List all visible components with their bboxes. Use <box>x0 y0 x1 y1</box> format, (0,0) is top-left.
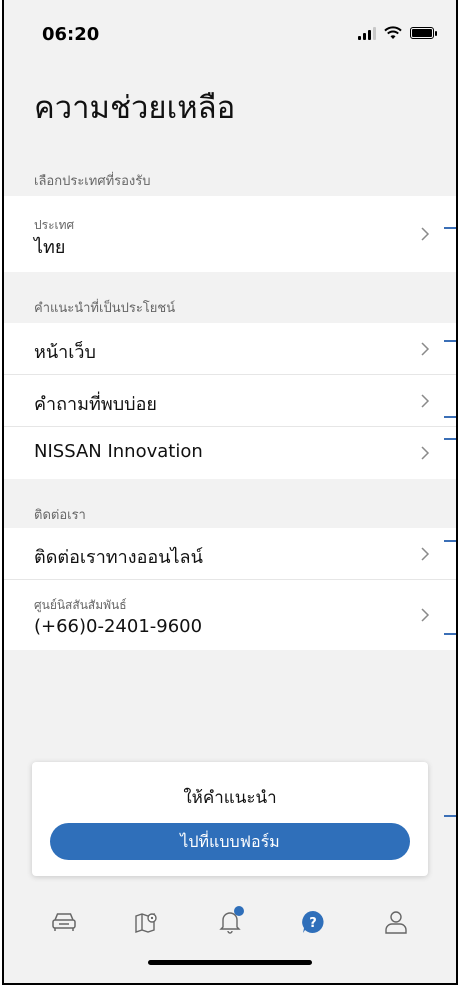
tab-profile[interactable] <box>378 904 414 940</box>
go-to-form-button[interactable]: ไปที่แบบฟอร์ม <box>50 823 410 860</box>
tab-map[interactable] <box>129 904 165 940</box>
chevron-right-icon <box>416 225 434 243</box>
feedback-title: ให้คำแนะนำ <box>183 788 277 808</box>
section-label-country: เลือกประเทศที่รองรับ <box>34 174 151 189</box>
feedback-card: ให้คำแนะนำ ไปที่แบบฟอร์ม <box>32 762 428 876</box>
chevron-right-icon <box>416 545 434 563</box>
edge-mark <box>444 815 456 817</box>
status-icons <box>358 26 437 40</box>
section-label-tips: คำแนะนำที่เป็นประโยชน์ <box>34 301 176 316</box>
car-icon <box>51 913 76 931</box>
chevron-right-icon <box>416 392 434 410</box>
svg-text:?: ? <box>309 916 317 931</box>
edge-mark <box>444 416 456 418</box>
phone-screen: 06:20 ความช่วยเหลือ เลือกประเทศที่รองรับ… <box>2 0 458 985</box>
chevron-right-icon <box>416 340 434 358</box>
country-row[interactable]: ประเทศ ไทย <box>4 196 456 272</box>
edge-mark <box>444 438 456 440</box>
section-label-contact: ติดต่อเรา <box>34 508 86 523</box>
tips-item-label: หน้าเว็บ <box>34 342 96 363</box>
tips-item-innovation[interactable]: NISSAN Innovation <box>4 427 456 479</box>
tips-group: หน้าเว็บ คำถามที่พบบ่อย NISSAN Innovatio… <box>4 323 456 479</box>
status-time: 06:20 <box>42 24 100 45</box>
bottom-tab-bar: ? <box>4 892 456 952</box>
home-indicator[interactable] <box>148 960 312 965</box>
user-icon <box>385 911 408 934</box>
help-icon: ? <box>302 911 324 933</box>
contact-online-row[interactable]: ติดต่อเราทางออนไลน์ <box>4 528 456 580</box>
edge-mark <box>444 340 456 342</box>
country-row-value: ไทย <box>34 237 66 258</box>
signal-icon <box>358 26 376 40</box>
status-bar: 06:20 <box>4 0 456 70</box>
notification-dot <box>233 906 244 916</box>
tips-item-webpage[interactable]: หน้าเว็บ <box>4 323 456 375</box>
tips-item-label: NISSAN Innovation <box>34 441 203 462</box>
edge-mark <box>444 227 456 229</box>
map-pin-icon <box>135 913 157 933</box>
tab-notifications[interactable] <box>212 904 248 940</box>
tips-item-label: คำถามที่พบบ่อย <box>34 394 157 415</box>
page-title: ความช่วยเหลือ <box>34 90 236 126</box>
edge-mark <box>444 633 456 635</box>
wifi-icon <box>384 26 402 39</box>
contact-online-label: ติดต่อเราทางออนไลน์ <box>34 547 203 568</box>
edge-mark <box>444 540 456 542</box>
contact-center-caption: ศูนย์นิสสันสัมพันธ์ <box>34 598 127 612</box>
chevron-right-icon <box>416 606 434 624</box>
contact-center-row[interactable]: ศูนย์นิสสันสัมพันธ์ (+66)0-2401-9600 <box>4 580 456 650</box>
contact-group: ติดต่อเราทางออนไลน์ ศูนย์นิสสันสัมพันธ์ … <box>4 528 456 650</box>
tab-car[interactable] <box>46 904 82 940</box>
battery-icon <box>410 27 437 39</box>
country-group: ประเทศ ไทย <box>4 196 456 272</box>
tab-help[interactable]: ? <box>295 904 331 940</box>
contact-center-phone: (+66)0-2401-9600 <box>34 616 203 637</box>
tips-item-faq[interactable]: คำถามที่พบบ่อย <box>4 375 456 427</box>
chevron-right-icon <box>416 444 434 462</box>
